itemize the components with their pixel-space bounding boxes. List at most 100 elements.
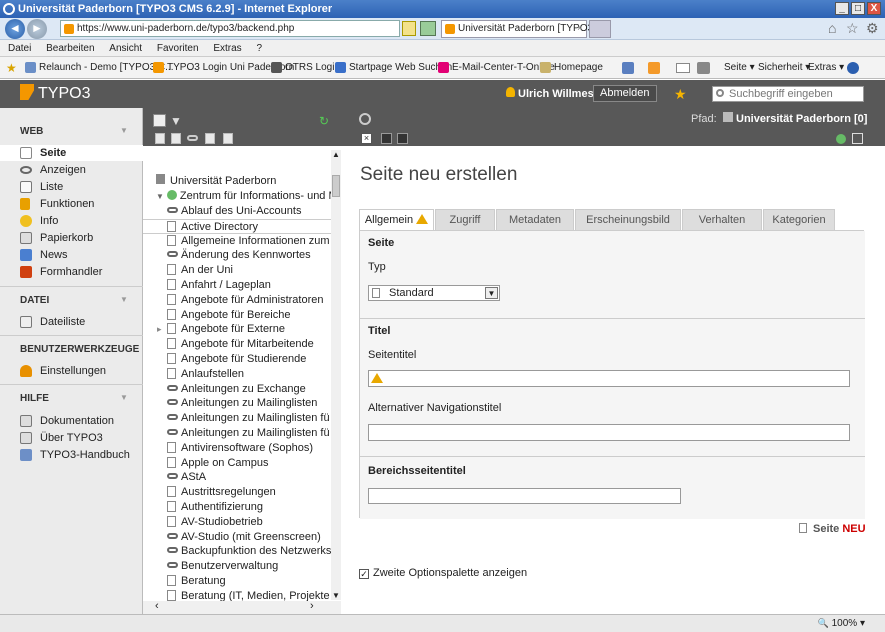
mount-icon[interactable] xyxy=(223,133,233,144)
user-name[interactable]: Ulrich Willmes xyxy=(506,87,594,100)
module-funktionen[interactable]: Funktionen xyxy=(18,196,143,212)
reload-tree-icon[interactable]: ↻ xyxy=(319,114,329,128)
menu-sicherheit[interactable]: Sicherheit ▾ xyxy=(758,57,810,79)
menu-help[interactable]: ? xyxy=(256,43,262,54)
tree-item[interactable]: Angebote für Bereiche xyxy=(167,308,290,323)
scroll-thumb[interactable] xyxy=(332,175,340,197)
fullscreen-icon[interactable] xyxy=(852,133,863,144)
menu-bearbeiten[interactable]: Bearbeiten xyxy=(46,43,94,54)
link-icon[interactable] xyxy=(187,135,198,141)
scroll-up-icon[interactable]: ▲ xyxy=(332,150,340,159)
tree-item[interactable]: Ablauf des Uni-Accounts xyxy=(167,204,301,219)
tree-item[interactable]: Allgemeine Informationen zum xyxy=(167,234,330,249)
module-group-hilfe[interactable]: HILFE ▼ xyxy=(20,393,128,404)
module-group-datei[interactable]: DATEI ▼ xyxy=(20,295,128,306)
tree-item[interactable]: Austrittsregelungen xyxy=(167,485,276,500)
lock-icon[interactable] xyxy=(402,21,416,36)
tree-item[interactable]: Änderung des Kennwortes xyxy=(167,248,311,263)
module-group-tools[interactable]: BENUTZERWERKZEUGE xyxy=(20,344,139,355)
refresh-icon[interactable] xyxy=(420,21,436,36)
tab-allgemein[interactable]: Allgemein xyxy=(359,209,434,231)
favorite-link[interactable]: Startpage Web Suchen xyxy=(335,57,452,79)
doc-icon[interactable] xyxy=(155,133,165,144)
tab-metadaten[interactable]: Metadaten xyxy=(496,209,574,231)
tree-item[interactable]: Anleitungen zu Mailinglisten fü xyxy=(167,411,330,426)
menu-datei[interactable]: Datei xyxy=(8,43,31,54)
tree-item[interactable]: Benutzerverwaltung xyxy=(167,559,278,574)
tree-item[interactable]: AV-Studio (mit Greenscreen) xyxy=(167,530,321,545)
seitentitel-input[interactable] xyxy=(368,370,850,387)
close-window-button[interactable]: X xyxy=(867,2,881,15)
home-icon[interactable] xyxy=(622,62,634,74)
save-icon[interactable] xyxy=(381,133,392,144)
bereich-input[interactable] xyxy=(368,488,681,504)
module-group-web[interactable]: WEB ▼ xyxy=(20,126,128,137)
expand-icon[interactable]: ▼ xyxy=(156,192,164,201)
module-seite[interactable]: Seite xyxy=(0,145,143,161)
chevron-down-icon[interactable]: ▼ xyxy=(485,287,498,299)
bookmark-star-icon[interactable]: ★ xyxy=(674,86,687,103)
info-icon[interactable] xyxy=(359,113,371,125)
module-formhandler[interactable]: Formhandler xyxy=(18,264,143,280)
tree-item[interactable]: Beratung xyxy=(167,574,226,589)
checkbox[interactable]: ✓ xyxy=(359,569,369,579)
module-ueber[interactable]: Über TYPO3 xyxy=(18,430,143,446)
menu-seite[interactable]: Seite ▾ xyxy=(724,57,755,79)
help-icon[interactable] xyxy=(847,62,859,74)
favorite-link[interactable]: E-Mail-Center-T-Online xyxy=(438,57,555,79)
tree-item[interactable]: Angebote für Mitarbeitende xyxy=(167,337,314,352)
tree-item[interactable]: Antivirensoftware (Sophos) xyxy=(167,441,313,456)
favorites-star-icon[interactable]: ☆ xyxy=(846,20,859,37)
typo3-logo[interactable]: TYPO3 xyxy=(20,84,90,104)
tree-item[interactable]: Anleitungen zu Mailinglisten fü xyxy=(167,426,330,441)
module-news[interactable]: News xyxy=(18,247,143,263)
minimize-button[interactable]: _ xyxy=(835,2,849,15)
tree-item[interactable]: AStA xyxy=(167,470,206,485)
add-icon[interactable] xyxy=(836,134,846,144)
print-icon[interactable] xyxy=(697,62,710,74)
tree-item[interactable]: Active Directory xyxy=(143,218,333,234)
logout-button[interactable]: Abmelden xyxy=(593,85,657,102)
maximize-button[interactable]: □ xyxy=(851,2,865,15)
menu-ansicht[interactable]: Ansicht xyxy=(109,43,142,54)
favorites-star-add-icon[interactable]: ★ xyxy=(6,57,17,79)
tab-zugriff[interactable]: Zugriff xyxy=(435,209,495,231)
collapse-icon[interactable]: ▼ xyxy=(120,295,128,304)
tab-erscheinungsbild[interactable]: Erscheinungsbild xyxy=(575,209,681,231)
module-dateiliste[interactable]: Dateiliste xyxy=(18,314,143,330)
tree-item[interactable]: Angebote für Administratoren xyxy=(167,293,323,308)
module-anzeigen[interactable]: Anzeigen xyxy=(18,162,143,178)
tab-kategorien[interactable]: Kategorien xyxy=(763,209,835,231)
module-einstellungen[interactable]: Einstellungen xyxy=(18,363,143,379)
tree-item[interactable]: An der Uni xyxy=(167,263,233,278)
tree-item[interactable]: AV-Studiobetrieb xyxy=(167,515,263,530)
module-handbuch[interactable]: TYPO3-Handbuch xyxy=(18,447,143,463)
home-icon[interactable]: ⌂ xyxy=(828,20,836,36)
rss-icon[interactable] xyxy=(648,62,660,74)
scroll-right-icon[interactable]: › xyxy=(310,600,314,612)
favorite-link[interactable]: OTRS Login xyxy=(271,57,340,79)
expand-icon[interactable]: ▸ xyxy=(157,322,162,337)
tree-vertical-scrollbar[interactable]: ▲ ▼ xyxy=(331,150,341,600)
path-value[interactable]: Universität Paderborn [0] xyxy=(723,112,867,125)
close-doc-icon[interactable]: × xyxy=(361,133,372,144)
tree-item[interactable]: Anleitungen zu Mailinglisten xyxy=(167,396,317,411)
browser-tab-active[interactable]: Universität Paderborn [TYPO3 ... × xyxy=(441,20,604,38)
folder-icon[interactable] xyxy=(205,133,215,144)
tree-root[interactable]: Universität Paderborn xyxy=(156,174,276,189)
tab-verhalten[interactable]: Verhalten xyxy=(682,209,762,231)
tree-horizontal-scrollbar[interactable]: ‹ › xyxy=(143,600,341,614)
tab-close-icon[interactable]: × xyxy=(577,21,583,37)
menu-favoriten[interactable]: Favoriten xyxy=(157,43,199,54)
search-input[interactable]: Suchbegriff eingeben xyxy=(712,86,864,102)
save-close-icon[interactable] xyxy=(397,133,408,144)
new-tab-button[interactable] xyxy=(589,20,611,38)
module-info[interactable]: Info xyxy=(18,213,143,229)
collapse-icon[interactable]: ▼ xyxy=(120,126,128,135)
menu-extras[interactable]: Extras xyxy=(213,43,241,54)
second-options-toggle[interactable]: ✓ Zweite Optionspalette anzeigen xyxy=(359,567,527,579)
doc-new-icon[interactable] xyxy=(171,133,181,144)
zoom-level[interactable]: 🔍 100% ▾ xyxy=(818,618,865,629)
scroll-down-icon[interactable]: ▼ xyxy=(332,591,340,600)
forward-button[interactable]: ► xyxy=(27,19,47,39)
